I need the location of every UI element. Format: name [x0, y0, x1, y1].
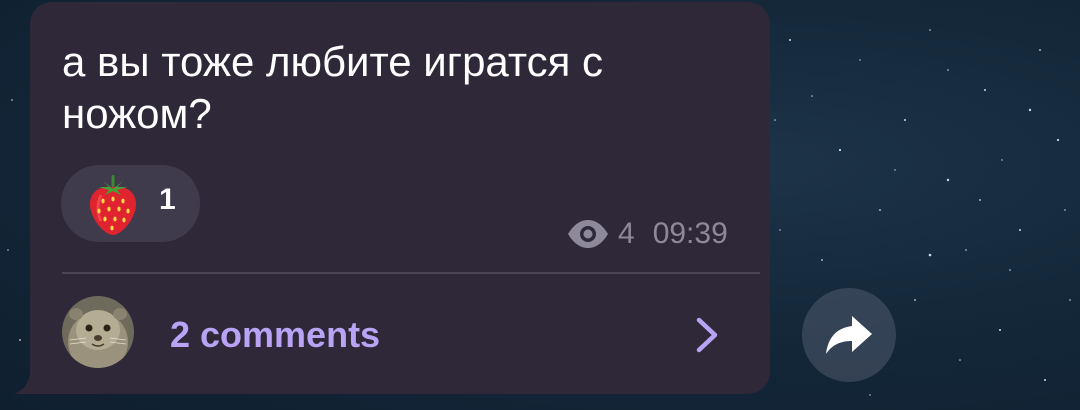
eye-icon	[568, 220, 608, 248]
message-time: 09:39	[652, 217, 728, 250]
comments-button[interactable]: 2 comments	[62, 296, 732, 372]
share-button[interactable]	[802, 288, 896, 382]
divider	[62, 272, 760, 274]
reaction-chip[interactable]: 1	[61, 165, 200, 242]
cat-avatar-image	[62, 296, 134, 368]
view-count: 4	[618, 217, 635, 250]
comments-label: 2 comments	[170, 314, 381, 355]
reaction-count: 1	[159, 183, 176, 216]
message-text: а вы тоже любите игратся с ножом?	[62, 38, 604, 137]
avatar	[62, 296, 134, 368]
strawberry-icon	[89, 175, 137, 235]
chevron-right-icon	[696, 317, 718, 353]
share-arrow-icon	[826, 316, 872, 354]
message-meta: 4 09:39	[566, 216, 728, 252]
